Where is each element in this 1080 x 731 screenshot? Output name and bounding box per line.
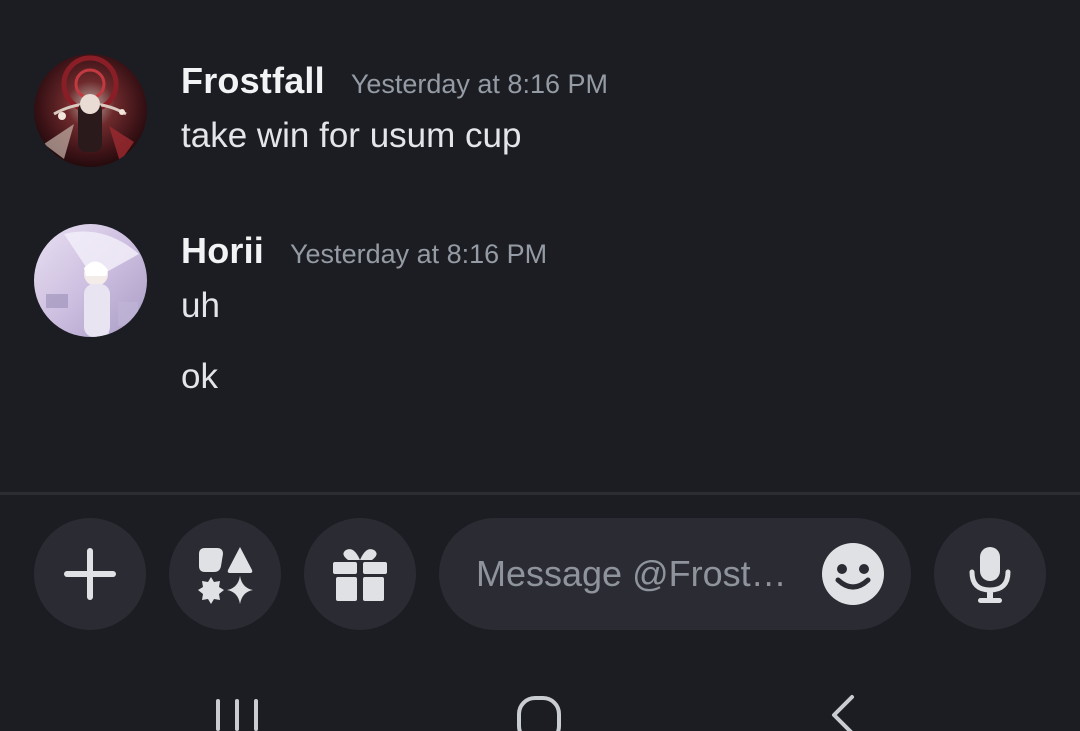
username[interactable]: Frostfall (181, 60, 325, 102)
avatar-frostfall-image (34, 54, 147, 167)
message-text[interactable]: ok (181, 357, 218, 397)
message-text[interactable]: take win for usum cup (181, 116, 521, 156)
message-composer: Message @Frost… (0, 495, 1080, 655)
avatar-frostfall[interactable] (34, 54, 147, 167)
message-input[interactable]: Message @Frost… (439, 518, 911, 630)
message-text[interactable]: uh (181, 286, 220, 326)
voice-message-button[interactable] (934, 518, 1046, 630)
message-header: Horii Yesterday at 8:16 PM (181, 230, 547, 272)
home-button[interactable] (516, 695, 564, 731)
message-list[interactable]: Frostfall Yesterday at 8:16 PM take win … (0, 0, 1080, 492)
emoji-button[interactable] (821, 542, 885, 606)
username[interactable]: Horii (181, 230, 264, 272)
recents-button[interactable] (214, 695, 260, 731)
apps-button[interactable] (169, 518, 281, 630)
gift-button[interactable] (304, 518, 416, 630)
add-attachment-button[interactable] (34, 518, 146, 630)
message-header: Frostfall Yesterday at 8:16 PM (181, 60, 608, 102)
timestamp: Yesterday at 8:16 PM (350, 69, 608, 99)
recents-icon (216, 699, 258, 731)
avatar-horii[interactable] (34, 224, 147, 337)
apps-shapes-icon (198, 547, 253, 604)
microphone-icon (969, 547, 1011, 603)
gift-icon (333, 549, 387, 601)
back-button[interactable] (826, 693, 860, 731)
message-input-placeholder: Message @Frost… (476, 553, 787, 594)
message-group-frostfall: Frostfall Yesterday at 8:16 PM take win … (0, 54, 1080, 174)
system-navigation-bar (0, 655, 1080, 731)
dm-chat-screen: Frostfall Yesterday at 8:16 PM take win … (0, 0, 1080, 731)
home-icon (517, 696, 561, 731)
smiley-icon (822, 543, 884, 605)
avatar-horii-image (34, 224, 147, 337)
timestamp: Yesterday at 8:16 PM (290, 239, 548, 269)
message-group-horii: Horii Yesterday at 8:16 PM uh ok (0, 224, 1080, 404)
back-icon (832, 695, 854, 731)
plus-icon (64, 548, 116, 600)
